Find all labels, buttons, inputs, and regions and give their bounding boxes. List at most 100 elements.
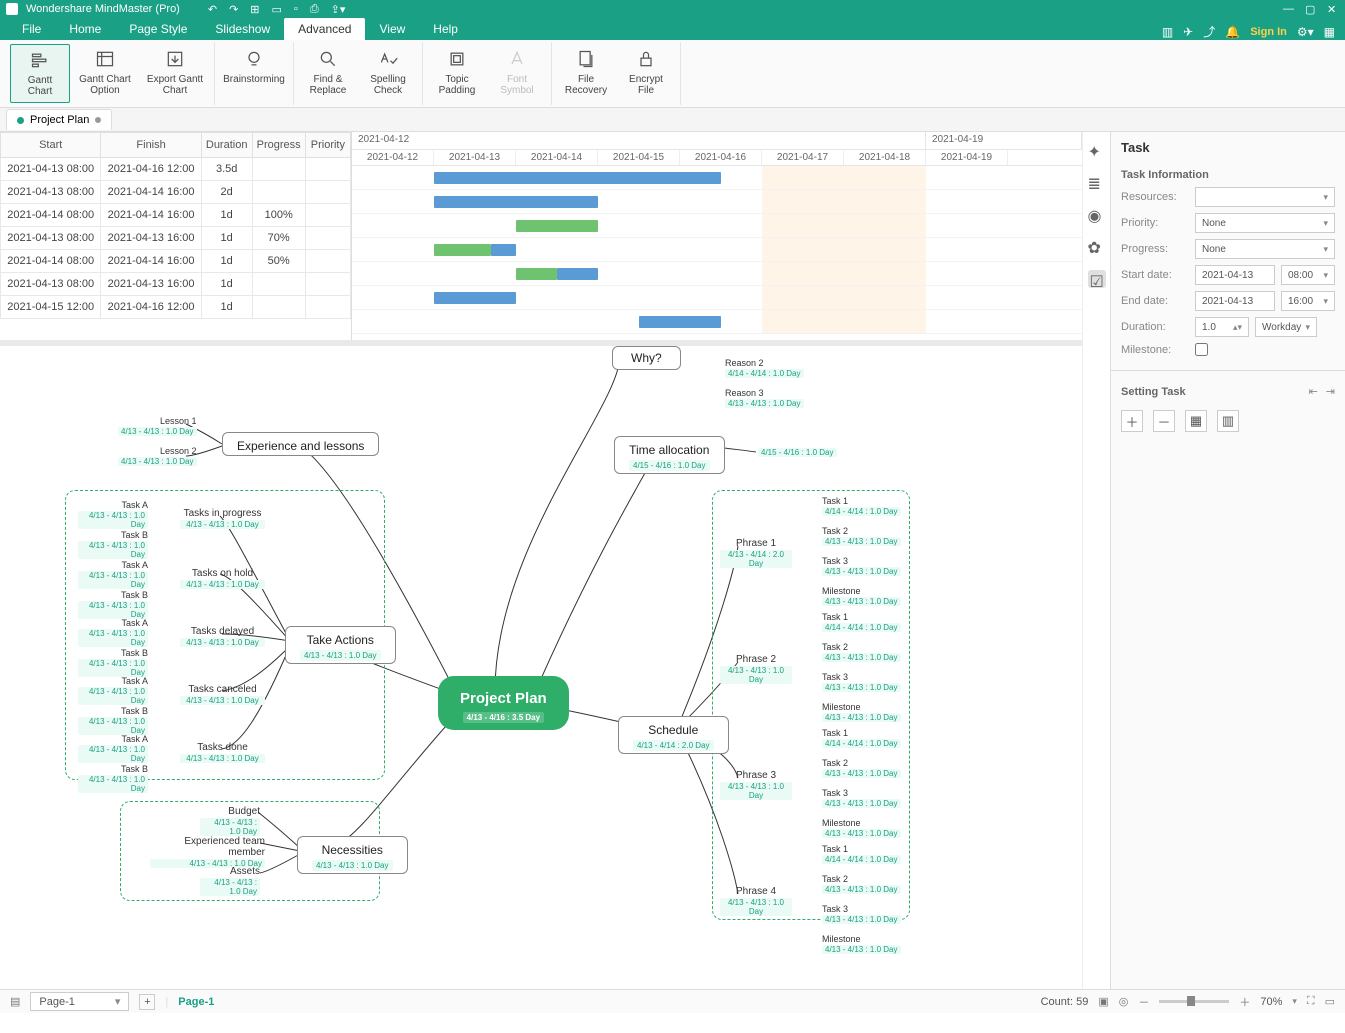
grid-task-button[interactable]: ▦ [1185, 410, 1207, 432]
take-leaf[interactable]: Task A4/13 - 4/13 : 1.0 Day [78, 500, 148, 529]
phrase-task[interactable]: Task 34/13 - 4/13 : 1.0 Day [822, 556, 901, 576]
phrase-node[interactable]: Phrase 24/13 - 4/13 : 1.0 Day [720, 654, 792, 684]
take-leaf[interactable]: Task B4/13 - 4/13 : 1.0 Day [78, 706, 148, 735]
phrase-task[interactable]: Task 34/13 - 4/13 : 1.0 Day [822, 672, 901, 692]
open-icon[interactable]: ▭ [272, 3, 282, 16]
fullscreen-icon[interactable]: ⛶ [1307, 995, 1315, 1008]
bell-icon[interactable]: 🔔 [1225, 25, 1240, 39]
table-row[interactable]: 2021-04-13 08:002021-04-13 16:001d [1, 273, 351, 296]
gantt-table[interactable]: Start Finish Duration Progress Priority … [0, 132, 352, 340]
menu-help[interactable]: Help [419, 18, 472, 40]
col-finish[interactable]: Finish [101, 133, 201, 158]
export-gantt-button[interactable]: Export Gantt Chart [140, 44, 210, 103]
end-date-input[interactable]: 2021-04-13 [1195, 291, 1275, 311]
node-experience[interactable]: Experience and lessons [222, 432, 379, 456]
spelling-button[interactable]: Spelling Check [358, 44, 418, 103]
page-button[interactable]: Page-1 [178, 996, 214, 1008]
brainstorm-button[interactable]: Brainstorming [219, 44, 289, 103]
leaf-reason-3[interactable]: Reason 3 4/13 - 4/13 : 1.0 Day [725, 388, 804, 408]
phrase-task[interactable]: Task 24/13 - 4/13 : 1.0 Day [822, 642, 901, 662]
phrase-node[interactable]: Phrase 44/13 - 4/13 : 1.0 Day [720, 886, 792, 916]
node-necessities[interactable]: Necessities 4/13 - 4/13 : 1.0 Day [297, 836, 408, 874]
gantt-row[interactable] [352, 214, 1082, 238]
take-group[interactable]: Tasks canceled4/13 - 4/13 : 1.0 Day [180, 684, 265, 705]
table-row[interactable]: 2021-04-14 08:002021-04-14 16:001d50% [1, 250, 351, 273]
undo-icon[interactable]: ↶ [208, 3, 217, 16]
leaf-reason-2[interactable]: Reason 2 4/14 - 4/14 : 1.0 Day [725, 358, 804, 378]
gantt-option-button[interactable]: Gantt Chart Option [70, 44, 140, 103]
clipart-icon[interactable]: ✿ [1088, 238, 1106, 256]
new-icon[interactable]: ⊞ [250, 3, 259, 16]
split-icon[interactable]: ▭ [1325, 995, 1335, 1008]
col-progress[interactable]: Progress [252, 133, 305, 158]
col-start[interactable]: Start [1, 133, 101, 158]
minimize-icon[interactable]: — [1283, 3, 1295, 15]
take-leaf[interactable]: Task A4/13 - 4/13 : 1.0 Day [78, 560, 148, 589]
duration-input[interactable]: 1.0▴▾ [1195, 317, 1249, 337]
table-row[interactable]: 2021-04-13 08:002021-04-16 12:003.5d [1, 158, 351, 181]
take-leaf[interactable]: Task B4/13 - 4/13 : 1.0 Day [78, 648, 148, 677]
style-icon[interactable]: ✦ [1088, 142, 1106, 160]
node-take-actions[interactable]: Take Actions 4/13 - 4/13 : 1.0 Day [285, 626, 396, 664]
take-group[interactable]: Tasks delayed4/13 - 4/13 : 1.0 Day [180, 626, 265, 647]
send-icon[interactable]: ✈ [1183, 25, 1193, 39]
find-replace-button[interactable]: Find & Replace [298, 44, 358, 103]
take-leaf[interactable]: Task B4/13 - 4/13 : 1.0 Day [78, 530, 148, 559]
phrase-node[interactable]: Phrase 14/13 - 4/14 : 2.0 Day [720, 538, 792, 568]
phrase-task[interactable]: Task 14/14 - 4/14 : 1.0 Day [822, 728, 901, 748]
priority-select[interactable]: None [1195, 213, 1335, 233]
phrase-task[interactable]: Milestone4/13 - 4/13 : 1.0 Day [822, 818, 901, 838]
phrase-task[interactable]: Task 24/13 - 4/13 : 1.0 Day [822, 874, 901, 894]
page-select[interactable]: Page-1 [30, 992, 129, 1011]
necess-team[interactable]: Experienced team member 4/13 - 4/13 : 1.… [150, 836, 265, 868]
menu-page-style[interactable]: Page Style [115, 18, 201, 40]
mindmap-canvas[interactable]: Project Plan 4/13 - 4/16 : 3.5 Day Why? … [0, 346, 1082, 989]
node-time-allocation[interactable]: Time allocation 4/15 - 4/16 : 1.0 Day [614, 436, 725, 474]
node-why[interactable]: Why? [612, 346, 681, 370]
gantt-row[interactable] [352, 238, 1082, 262]
file-recovery-button[interactable]: File Recovery [556, 44, 616, 103]
menu-view[interactable]: View [365, 18, 419, 40]
take-group[interactable]: Tasks on hold4/13 - 4/13 : 1.0 Day [180, 568, 265, 589]
task-icon[interactable]: ☑ [1088, 270, 1106, 288]
encrypt-button[interactable]: Encrypt File [616, 44, 676, 103]
gantt-row[interactable] [352, 262, 1082, 286]
iconset-icon[interactable]: ◉ [1088, 206, 1106, 224]
menu-file[interactable]: File [8, 18, 55, 40]
necess-assets[interactable]: Assets 4/13 - 4/13 : 1.0 Day [200, 866, 260, 896]
add-page-button[interactable]: + [139, 994, 155, 1010]
redo-icon[interactable]: ↷ [229, 3, 238, 16]
share-icon[interactable]: ⤴ [1203, 23, 1215, 40]
phrase-task[interactable]: Task 34/13 - 4/13 : 1.0 Day [822, 788, 901, 808]
zoom-slider[interactable] [1159, 1000, 1229, 1003]
add-task-button[interactable]: ＋ [1121, 410, 1143, 432]
col-duration[interactable]: Duration [201, 133, 252, 158]
outline-view-icon[interactable]: ▤ [10, 995, 20, 1008]
take-leaf[interactable]: Task A4/13 - 4/13 : 1.0 Day [78, 676, 148, 705]
leaf-time-alloc[interactable]: 4/15 - 4/16 : 1.0 Day [758, 447, 837, 457]
take-leaf[interactable]: Task B4/13 - 4/13 : 1.0 Day [78, 764, 148, 793]
progress-select[interactable]: None [1195, 239, 1335, 259]
take-leaf[interactable]: Task A4/13 - 4/13 : 1.0 Day [78, 618, 148, 647]
apps-icon[interactable]: ▦ [1324, 25, 1335, 39]
indent-left-icon[interactable]: ⇤ [1309, 385, 1318, 398]
phrase-task[interactable]: Task 14/14 - 4/14 : 1.0 Day [822, 496, 901, 516]
take-leaf[interactable]: Task B4/13 - 4/13 : 1.0 Day [78, 590, 148, 619]
doc-tab-project-plan[interactable]: Project Plan [6, 109, 112, 130]
take-group[interactable]: Tasks in progress4/13 - 4/13 : 1.0 Day [180, 508, 265, 529]
gift-icon[interactable]: ⚙▾ [1297, 25, 1314, 39]
phrase-task[interactable]: Milestone4/13 - 4/13 : 1.0 Day [822, 586, 901, 606]
remove-task-button[interactable]: － [1153, 410, 1175, 432]
menu-advanced[interactable]: Advanced [284, 18, 365, 40]
duration-unit-select[interactable]: Workday [1255, 317, 1317, 337]
node-schedule[interactable]: Schedule 4/13 - 4/14 : 2.0 Day [618, 716, 729, 754]
take-group[interactable]: Tasks done4/13 - 4/13 : 1.0 Day [180, 742, 265, 763]
table-row[interactable]: 2021-04-14 08:002021-04-14 16:001d100% [1, 204, 351, 227]
gantt-row[interactable] [352, 166, 1082, 190]
phrase-task[interactable]: Task 14/14 - 4/14 : 1.0 Day [822, 844, 901, 864]
phrase-task[interactable]: Milestone4/13 - 4/13 : 1.0 Day [822, 934, 901, 954]
phrase-task[interactable]: Task 34/13 - 4/13 : 1.0 Day [822, 904, 901, 924]
maximize-icon[interactable]: ▢ [1305, 3, 1317, 15]
node-root[interactable]: Project Plan 4/13 - 4/16 : 3.5 Day [438, 676, 569, 730]
start-date-input[interactable]: 2021-04-13 [1195, 265, 1275, 285]
